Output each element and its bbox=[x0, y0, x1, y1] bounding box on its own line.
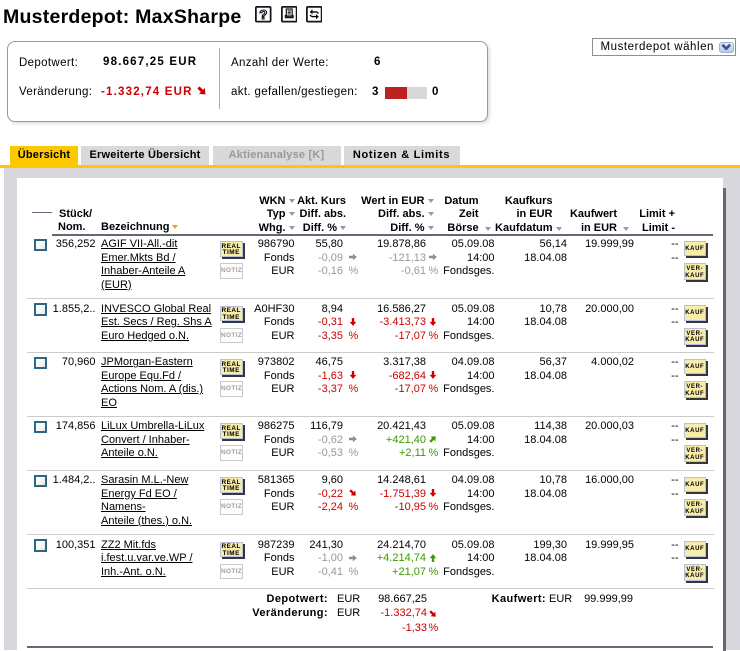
svg-text:?: ? bbox=[259, 7, 267, 22]
